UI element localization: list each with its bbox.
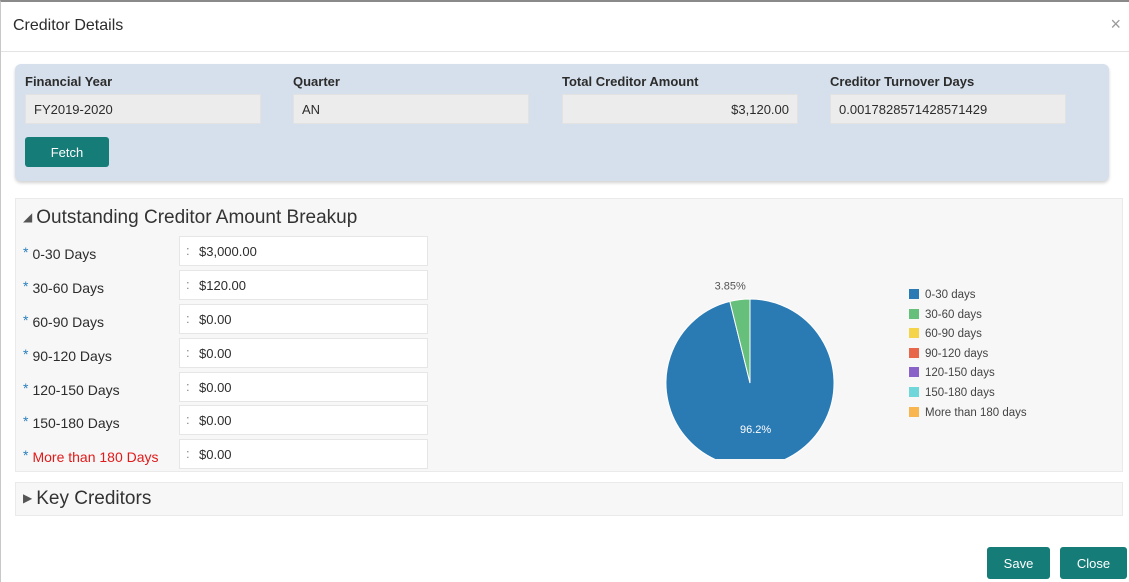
total-creditor-amount-field: Total Creditor Amount $3,120.00: [562, 74, 798, 124]
close-icon[interactable]: ×: [1110, 15, 1121, 33]
financial-year-field: Financial Year FY2019-2020: [25, 74, 261, 124]
row-colon: :: [186, 243, 190, 258]
legend-item[interactable]: 0-30 days: [909, 289, 1027, 309]
breakup-row: * 150-180 Days $0.00 :: [16, 405, 436, 435]
legend-label: 30-60 days: [925, 308, 982, 321]
creditor-turnover-days-field: Creditor Turnover Days 0.001782857142857…: [830, 74, 1066, 124]
legend-label: 0-30 days: [925, 289, 976, 301]
financial-year-input[interactable]: FY2019-2020: [25, 94, 261, 124]
legend-swatch: [909, 367, 919, 378]
row-label: * More than 180 Days: [23, 447, 159, 465]
legend-swatch: [909, 308, 919, 319]
financial-year-label: Financial Year: [25, 74, 113, 89]
legend-label: 60-90 days: [925, 328, 982, 341]
row-colon: :: [186, 311, 190, 326]
breakup-row: * 0-30 Days $3,000.00 :: [16, 236, 436, 266]
legend-label: 90-120 days: [925, 347, 989, 360]
required-asterisk: *: [23, 447, 29, 463]
key-creditors-header[interactable]: ▶ Key Creditors: [23, 488, 151, 510]
breakup-row: * 30-60 Days $120.00 :: [16, 270, 436, 300]
save-button[interactable]: Save: [987, 547, 1050, 579]
legend-item[interactable]: 30-60 days: [909, 308, 1027, 329]
dialog-header: Creditor Details ×: [1, 2, 1129, 52]
legend-swatch: [909, 328, 919, 339]
legend-swatch: [909, 289, 919, 299]
row-colon: :: [186, 379, 190, 394]
chart-legend: 0-30 days 30-60 days 60-90 days 90-120 days…: [909, 289, 1027, 426]
amount-input[interactable]: $0.00: [179, 405, 428, 435]
pie-data-label: 3.85%: [715, 281, 746, 293]
amount-input[interactable]: $0.00: [179, 338, 428, 368]
amount-input[interactable]: $0.00: [179, 439, 428, 469]
required-asterisk: *: [23, 346, 29, 362]
legend-item[interactable]: 150-180 days: [909, 386, 1027, 407]
close-button[interactable]: Close: [1060, 547, 1127, 579]
dialog-title: Creditor Details: [13, 17, 124, 34]
legend-label: More than 180 days: [925, 406, 1027, 419]
breakup-row: * 90-120 Days $0.00 :: [16, 338, 436, 368]
legend-item[interactable]: More than 180 days: [909, 406, 1027, 427]
collapse-triangle-icon: ◢: [23, 210, 33, 224]
legend-label: 150-180 days: [925, 386, 995, 399]
required-asterisk: *: [23, 312, 29, 328]
row-colon: :: [186, 412, 190, 427]
quarter-field: Quarter AN: [293, 74, 529, 124]
amount-input[interactable]: $120.00: [179, 270, 428, 300]
legend-swatch: [909, 347, 919, 358]
amount-input[interactable]: $0.00: [179, 304, 428, 334]
fetch-button[interactable]: Fetch: [25, 137, 109, 167]
key-creditors-title: Key Creditors: [36, 488, 152, 509]
required-asterisk: *: [23, 244, 29, 260]
required-asterisk: *: [23, 380, 29, 396]
row-colon: :: [186, 446, 190, 461]
row-label: * 60-90 Days: [23, 312, 105, 330]
breakup-section-title: Outstanding Creditor Amount Breakup: [36, 207, 358, 228]
key-creditors-section: ▶ Key Creditors: [15, 482, 1123, 516]
quarter-input[interactable]: AN: [293, 94, 529, 124]
breakup-section-header[interactable]: ◢ Outstanding Creditor Amount Breakup: [23, 207, 357, 229]
filter-panel: Financial Year FY2019-2020 Quarter AN To…: [15, 64, 1109, 181]
row-label: * 0-30 Days: [23, 244, 97, 262]
total-creditor-amount-input[interactable]: $3,120.00: [562, 94, 798, 124]
breakup-row: * More than 180 Days $0.00 :: [16, 439, 436, 469]
creditor-details-dialog: Creditor Details × Financial Year FY2019…: [0, 0, 1129, 582]
amount-input[interactable]: $0.00: [179, 372, 428, 402]
legend-swatch: [909, 386, 919, 397]
row-label: * 30-60 Days: [23, 278, 105, 296]
breakup-row: * 120-150 Days $0.00 :: [16, 372, 436, 402]
legend-item[interactable]: 90-120 days: [909, 347, 1027, 368]
row-label: * 120-150 Days: [23, 380, 120, 398]
legend-item[interactable]: 120-150 days: [909, 367, 1027, 387]
row-label: * 150-180 Days: [23, 413, 120, 431]
creditor-turnover-days-input[interactable]: 0.0017828571428571429: [830, 94, 1066, 124]
pie-chart: 96.2% 3.85%: [665, 281, 835, 459]
amount-input[interactable]: $3,000.00: [179, 236, 428, 266]
expand-triangle-icon: ▶: [23, 491, 33, 505]
pie-data-label: 96.2%: [740, 424, 771, 436]
legend-swatch: [909, 406, 919, 417]
breakup-row: * 60-90 Days $0.00 :: [16, 304, 436, 334]
quarter-label: Quarter: [293, 74, 340, 89]
row-label: * 90-120 Days: [23, 346, 112, 364]
row-colon: :: [186, 345, 190, 360]
legend-item[interactable]: 60-90 days: [909, 328, 1027, 348]
row-colon: :: [186, 277, 190, 292]
total-creditor-amount-label: Total Creditor Amount: [562, 74, 699, 89]
outstanding-breakup-section: ◢ Outstanding Creditor Amount Breakup * 0-…: [15, 198, 1123, 472]
required-asterisk: *: [23, 278, 29, 294]
legend-label: 120-150 days: [925, 367, 995, 380]
required-asterisk: *: [23, 413, 29, 429]
creditor-turnover-days-label: Creditor Turnover Days: [830, 74, 975, 89]
